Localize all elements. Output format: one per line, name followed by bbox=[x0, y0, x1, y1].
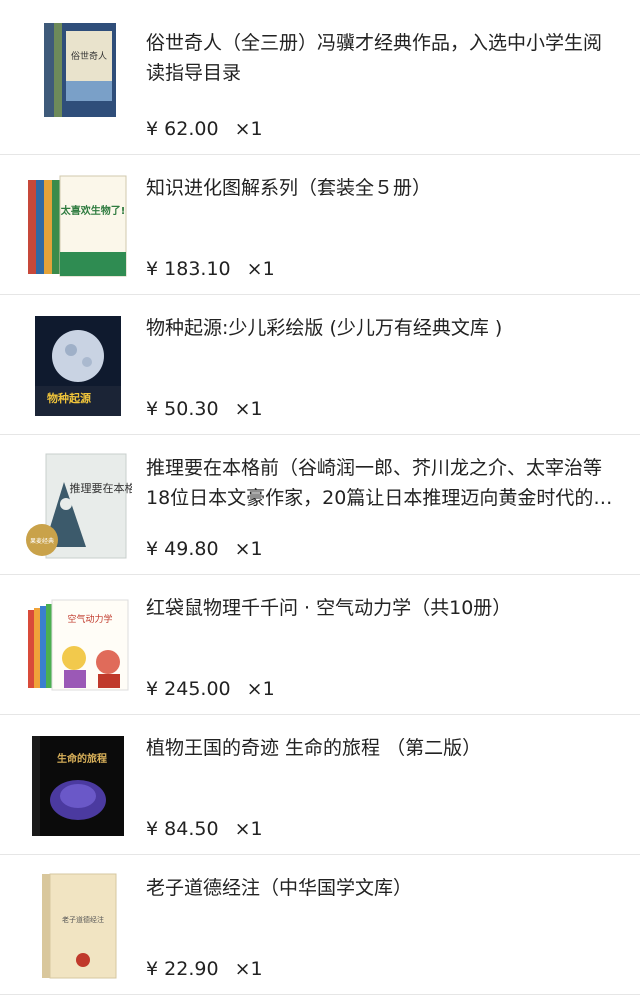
price-row: ¥ 183.10 ×1 bbox=[146, 258, 275, 280]
book-cover-image: 俗世奇人 bbox=[44, 23, 116, 117]
currency-symbol: ¥ bbox=[146, 258, 159, 280]
book-cover-image: 太喜欢生物了! bbox=[28, 175, 127, 277]
price-row: ¥ 245.00 ×1 bbox=[146, 678, 275, 700]
product-price: 22.90 bbox=[164, 958, 219, 980]
product-title[interactable]: 俗世奇人（全三册）冯骥才经典作品，入选中小学生阅读指导目录 bbox=[146, 28, 616, 88]
price-row: ¥ 22.90 ×1 bbox=[146, 958, 263, 980]
product-thumbnail[interactable]: 俗世奇人 bbox=[22, 18, 134, 124]
price-row: ¥ 84.50 ×1 bbox=[146, 818, 263, 840]
list-item[interactable]: 空气动力学 红袋鼠物理千千问 · 空气动力学（共10册） ¥ 245.00 ×1 bbox=[0, 575, 640, 715]
cover-title: 空气动力学 bbox=[67, 613, 112, 625]
book-cover-image: 老子道德经注 bbox=[42, 873, 117, 979]
currency-symbol: ¥ bbox=[146, 118, 159, 140]
cover-title: 物种起源 bbox=[47, 391, 91, 405]
product-quantity: ×1 bbox=[234, 818, 263, 840]
product-thumbnail[interactable]: 推理要在本格前 果麦经典 bbox=[22, 453, 134, 559]
product-price: 84.50 bbox=[164, 818, 219, 840]
book-cover-image: 生命的旅程 bbox=[32, 736, 124, 836]
product-price: 50.30 bbox=[164, 398, 219, 420]
product-title[interactable]: 物种起源:少儿彩绘版 (少儿万有经典文库 ) bbox=[146, 313, 616, 343]
product-title[interactable]: 知识进化图解系列（套装全５册） bbox=[146, 173, 616, 203]
list-item[interactable]: 俗世奇人 俗世奇人（全三册）冯骥才经典作品，入选中小学生阅读指导目录 ¥ 62.… bbox=[0, 0, 640, 155]
product-price: 245.00 bbox=[164, 678, 231, 700]
product-quantity: ×1 bbox=[234, 958, 263, 980]
price-row: ¥ 62.00 ×1 bbox=[146, 118, 263, 140]
product-thumbnail[interactable]: 老子道德经注 bbox=[22, 873, 134, 979]
cover-title: 太喜欢生物了! bbox=[60, 204, 126, 217]
product-quantity: ×1 bbox=[234, 118, 263, 140]
book-cover-image: 物种起源 bbox=[35, 316, 121, 416]
list-item[interactable]: 推理要在本格前 果麦经典 推理要在本格前（谷崎润一郎、芥川龙之介、太宰治等18位… bbox=[0, 435, 640, 575]
currency-symbol: ¥ bbox=[146, 398, 159, 420]
product-quantity: ×1 bbox=[246, 678, 275, 700]
product-title[interactable]: 红袋鼠物理千千问 · 空气动力学（共10册） bbox=[146, 593, 616, 623]
product-thumbnail[interactable]: 物种起源 bbox=[22, 313, 134, 419]
product-price: 49.80 bbox=[164, 538, 219, 560]
cover-title: 俗世奇人 bbox=[71, 50, 107, 62]
book-cover-image: 推理要在本格前 果麦经典 bbox=[26, 453, 133, 559]
list-item[interactable]: 老子道德经注 老子道德经注（中华国学文库） ¥ 22.90 ×1 bbox=[0, 855, 640, 995]
product-title[interactable]: 老子道德经注（中华国学文库） bbox=[146, 873, 616, 903]
currency-symbol: ¥ bbox=[146, 958, 159, 980]
cover-title: 老子道德经注 bbox=[62, 915, 104, 924]
product-thumbnail[interactable]: 太喜欢生物了! bbox=[22, 173, 134, 279]
cover-title: 推理要在本格前 bbox=[70, 481, 133, 495]
seal-icon bbox=[76, 953, 90, 967]
currency-symbol: ¥ bbox=[146, 678, 159, 700]
currency-symbol: ¥ bbox=[146, 538, 159, 560]
cover-badge: 果麦经典 bbox=[30, 537, 54, 545]
price-row: ¥ 50.30 ×1 bbox=[146, 398, 263, 420]
list-item[interactable]: 物种起源 物种起源:少儿彩绘版 (少儿万有经典文库 ) ¥ 50.30 ×1 bbox=[0, 295, 640, 435]
currency-symbol: ¥ bbox=[146, 818, 159, 840]
product-thumbnail[interactable]: 生命的旅程 bbox=[22, 733, 134, 839]
product-quantity: ×1 bbox=[246, 258, 275, 280]
product-price: 62.00 bbox=[164, 118, 219, 140]
product-title[interactable]: 推理要在本格前（谷崎润一郎、芥川龙之介、太宰治等18位日本文豪作家，20篇让日本… bbox=[146, 453, 616, 513]
list-item[interactable]: 生命的旅程 植物王国的奇迹 生命的旅程 （第二版） ¥ 84.50 ×1 bbox=[0, 715, 640, 855]
list-item[interactable]: 太喜欢生物了! 知识进化图解系列（套装全５册） ¥ 183.10 ×1 bbox=[0, 155, 640, 295]
product-quantity: ×1 bbox=[234, 538, 263, 560]
product-thumbnail[interactable]: 空气动力学 bbox=[22, 593, 134, 699]
product-title[interactable]: 植物王国的奇迹 生命的旅程 （第二版） bbox=[146, 733, 616, 763]
price-row: ¥ 49.80 ×1 bbox=[146, 538, 263, 560]
cart-item-list: 俗世奇人 俗世奇人（全三册）冯骥才经典作品，入选中小学生阅读指导目录 ¥ 62.… bbox=[0, 0, 640, 995]
product-price: 183.10 bbox=[164, 258, 231, 280]
cover-title: 生命的旅程 bbox=[57, 752, 107, 765]
book-cover-image: 空气动力学 bbox=[28, 599, 129, 691]
product-quantity: ×1 bbox=[234, 398, 263, 420]
